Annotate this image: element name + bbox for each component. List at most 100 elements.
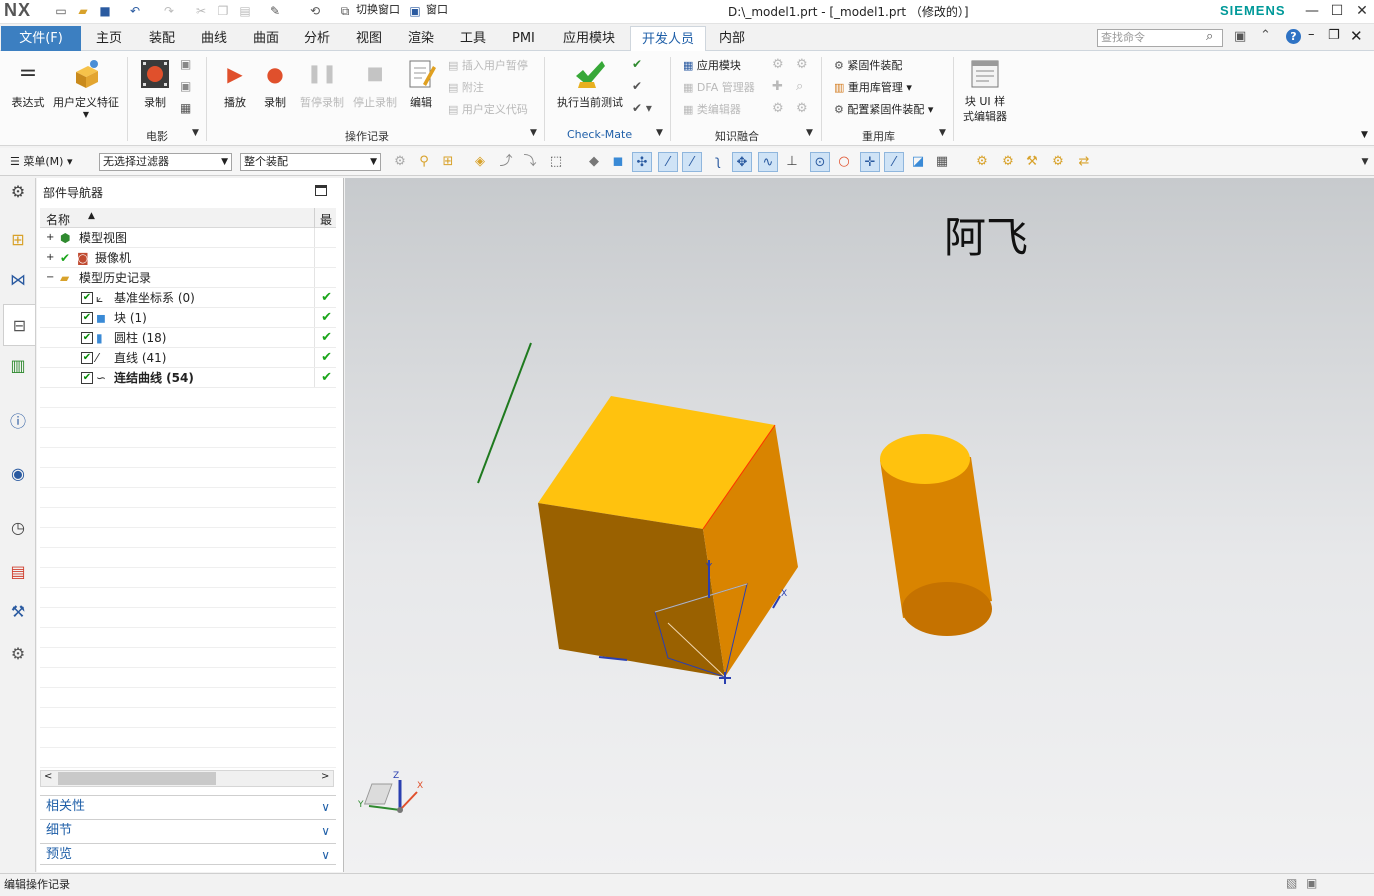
assembly-tool-icon-3[interactable]: ⚒: [1022, 152, 1042, 172]
switch-window-button[interactable]: 切换窗口: [356, 1, 400, 17]
play-button[interactable]: ▶ 播放: [218, 58, 252, 110]
existing-point-icon[interactable]: ✛: [860, 152, 880, 172]
process-studio-icon[interactable]: ⚒: [6, 600, 30, 624]
undo-icon[interactable]: ↶: [126, 3, 144, 20]
scroll-right-icon[interactable]: >: [321, 771, 329, 782]
app-module-button[interactable]: ▦ 应用模块: [683, 57, 741, 73]
knowledge-small-icon-2[interactable]: ✚: [772, 79, 783, 94]
tab-render[interactable]: 渲染: [404, 26, 438, 51]
redo-icon[interactable]: ↷: [160, 3, 178, 20]
knowledge-small-icon-6[interactable]: ⚙: [796, 101, 808, 116]
web-browser-icon[interactable]: ◉: [6, 462, 30, 486]
edit-record-icon[interactable]: ✎: [266, 3, 284, 20]
point-on-face-icon[interactable]: ◪: [908, 152, 928, 172]
fullscreen-icon[interactable]: ▣: [1234, 29, 1246, 44]
green-line[interactable]: [477, 342, 532, 484]
help-icon[interactable]: ?: [1286, 29, 1301, 44]
expand-icon[interactable]: +: [46, 248, 54, 268]
insert-pause-button[interactable]: ▤ 插入用户暂停: [448, 57, 528, 73]
tab-surface[interactable]: 曲面: [249, 26, 283, 51]
window-menu-button[interactable]: 窗口: [426, 1, 448, 17]
tree-row-model-views[interactable]: + ⬢ 模型视图: [40, 228, 336, 248]
doc-minimize-button[interactable]: –: [1308, 27, 1315, 42]
face-rule-icon[interactable]: ⤵: [520, 152, 540, 172]
checkmate-small-icon-1[interactable]: ✔: [632, 57, 642, 71]
record-button[interactable]: ● 录制: [258, 58, 292, 110]
collapse-ribbon-icon[interactable]: ⌃: [1260, 28, 1271, 43]
sort-ascending-icon[interactable]: ▲: [88, 211, 95, 221]
history-icon[interactable]: ◷: [6, 516, 30, 540]
cut-icon[interactable]: ✂: [192, 3, 210, 20]
select-all-icon[interactable]: ⊞: [438, 152, 458, 172]
assembly-tool-icon-1[interactable]: ⚙: [972, 152, 992, 172]
block-ui-styler-button[interactable]: 块 UI 样式编辑器: [961, 58, 1009, 124]
expand-icon[interactable]: +: [46, 228, 54, 248]
cylinder-solid[interactable]: [880, 434, 992, 636]
settings-gear-icon[interactable]: ⚙: [6, 180, 30, 204]
config-fastener-button[interactable]: ⚙ 配置紧固件装配 ▾: [834, 101, 933, 117]
open-folder-icon[interactable]: ▰: [74, 3, 92, 20]
class-editor-button[interactable]: ▦ 类编辑器: [683, 101, 741, 117]
movie-record-button[interactable]: 录制: [137, 58, 173, 110]
visibility-checkbox[interactable]: ✔: [81, 292, 93, 304]
visibility-checkbox[interactable]: ✔: [81, 352, 93, 364]
switch-window-icon[interactable]: ⧉: [336, 3, 354, 20]
user-code-button[interactable]: ▤ 用户定义代码: [448, 101, 528, 117]
control-point-icon[interactable]: ʅ: [708, 152, 728, 172]
knowledge-small-icon-3[interactable]: ⚙: [772, 101, 784, 116]
selection-filter-dropdown[interactable]: 无选择过滤器 ▼: [99, 153, 232, 171]
perpendicular-snap-icon[interactable]: ⊥: [782, 152, 802, 172]
knowledge-group-dropdown[interactable]: ▼: [806, 128, 813, 138]
tree-row-cylinder[interactable]: ✔ ▮ 圆柱 (18) ✔: [40, 328, 336, 348]
knowledge-small-icon-4[interactable]: ⚙: [796, 57, 808, 72]
assembly-navigator-icon[interactable]: ⊞: [6, 228, 30, 252]
view-triad[interactable]: [355, 770, 425, 820]
tab-home[interactable]: 主页: [92, 26, 126, 51]
movie-group-dropdown[interactable]: ▼: [192, 128, 199, 138]
tab-curve[interactable]: 曲线: [197, 26, 231, 51]
constraint-navigator-icon[interactable]: ⋈: [6, 268, 30, 292]
solid-select-icon[interactable]: ◆: [584, 152, 604, 172]
feature-select-icon[interactable]: ◈: [470, 152, 490, 172]
repeat-command-icon[interactable]: ⟲: [306, 3, 324, 20]
movie-small-icon-2[interactable]: ▣: [180, 79, 191, 93]
grid-snap-icon[interactable]: ▦: [932, 152, 952, 172]
column-latest-header[interactable]: 最: [320, 211, 332, 228]
part-navigator-icon[interactable]: ⊟: [3, 304, 35, 346]
panel-details[interactable]: 细节 ∨: [40, 819, 336, 841]
tree-row-line[interactable]: ✔ ⁄ 直线 (41) ✔: [40, 348, 336, 368]
assembly-tool-icon-5[interactable]: ⇄: [1074, 152, 1094, 172]
edit-record-button[interactable]: 编辑: [404, 58, 438, 110]
point-on-curve-icon[interactable]: ⁄: [884, 152, 904, 172]
checkmate-group-dropdown[interactable]: ▼: [656, 128, 663, 138]
tree-row-datum-csys[interactable]: ✔ ⟀ 基准坐标系 (0) ✔: [40, 288, 336, 308]
stop-record-button[interactable]: ■ 停止录制: [351, 58, 399, 110]
menu-button[interactable]: ☰ 菜单(M) ▾: [10, 153, 72, 169]
panel-dependencies[interactable]: 相关性 ∨: [40, 795, 336, 817]
hd3d-tools-icon[interactable]: ⓘ: [6, 410, 30, 434]
minimize-window-button[interactable]: —: [1298, 1, 1326, 21]
panel-preview[interactable]: 预览 ∨: [40, 843, 336, 865]
scroll-left-icon[interactable]: <: [44, 771, 52, 782]
collapse-icon[interactable]: −: [46, 268, 54, 288]
expression-button[interactable]: = 表达式: [6, 58, 50, 110]
tab-tools[interactable]: 工具: [456, 26, 490, 51]
tab-pmi[interactable]: PMI: [508, 26, 539, 51]
curve-rule-icon[interactable]: ⤴: [496, 152, 516, 172]
fastener-assembly-button[interactable]: ⚙ 紧固件装配: [834, 57, 902, 73]
tab-analysis[interactable]: 分析: [300, 26, 334, 51]
checkmate-small-icon-2[interactable]: ✔: [632, 79, 642, 93]
visibility-checkbox[interactable]: ✔: [81, 332, 93, 344]
quadrant-point-icon[interactable]: ○: [834, 152, 854, 172]
assembly-scope-dropdown[interactable]: 整个装配 ▼: [240, 153, 381, 171]
search-icon[interactable]: ⌕: [1206, 29, 1213, 44]
ribbon-options-dropdown[interactable]: ▼: [1361, 130, 1368, 140]
new-file-icon[interactable]: ▭: [52, 3, 70, 20]
intersection-snap-icon[interactable]: ✥: [732, 152, 752, 172]
tree-row-model-history[interactable]: − ▰ 模型历史记录: [40, 268, 336, 288]
visibility-checkbox[interactable]: ✔: [81, 372, 93, 384]
assembly-tool-icon-2[interactable]: ⚙: [998, 152, 1018, 172]
assembly-tool-icon-4[interactable]: ⚙: [1048, 152, 1068, 172]
roles-icon[interactable]: ⚙: [6, 642, 30, 666]
tab-view[interactable]: 视图: [352, 26, 386, 51]
